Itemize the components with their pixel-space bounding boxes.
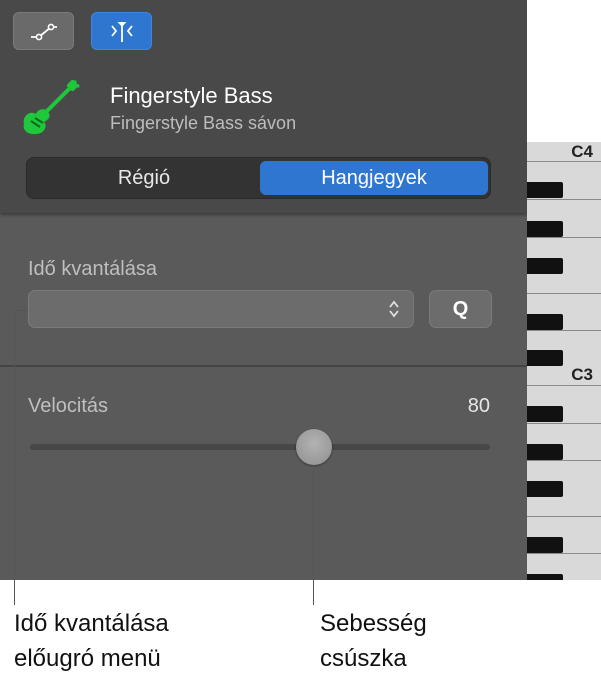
automation-curve-icon <box>30 23 57 41</box>
up-down-arrows-icon <box>389 300 399 318</box>
piano-label-c3: C3 <box>571 365 593 384</box>
automation-curve-button[interactable] <box>13 12 74 50</box>
velocity-slider-knob[interactable] <box>296 429 333 465</box>
quantize-callout-text: Idő kvantálása előugró menü <box>14 606 169 676</box>
catch-playhead-icon <box>110 22 133 42</box>
divider <box>0 365 527 367</box>
quantize-callout-tick <box>14 310 28 311</box>
white-key-edge <box>527 460 601 461</box>
black-key[interactable] <box>527 574 563 580</box>
time-quantize-popup[interactable] <box>28 290 414 328</box>
velocity-callout-line1: Sebesség <box>320 610 427 637</box>
white-key-edge <box>527 423 601 424</box>
black-key[interactable] <box>527 258 563 274</box>
quantize-button[interactable]: Q <box>429 290 492 328</box>
track-subtitle: Fingerstyle Bass sávon <box>110 113 297 133</box>
piano-roll-inspector: Fingerstyle Bass Fingerstyle Bass sávon … <box>0 0 527 580</box>
tab-hangjegyek[interactable]: Hangjegyek <box>260 161 488 195</box>
time-quantize-label: Idő kvantálása <box>28 258 157 280</box>
velocity-callout-line2: csúszka <box>320 645 407 672</box>
catch-playhead-button[interactable] <box>91 12 152 50</box>
white-key-edge <box>527 516 601 517</box>
region-notes-segmented-control: Régió Hangjegyek <box>26 157 491 199</box>
quantize-callout-line2: előugró menü <box>14 645 161 672</box>
black-key[interactable] <box>527 314 563 330</box>
velocity-value: 80 <box>467 395 490 417</box>
quantize-callout-line <box>14 310 15 605</box>
tab-regio[interactable]: Régió <box>31 161 257 195</box>
white-key-edge <box>527 199 601 200</box>
electric-bass-guitar-icon <box>18 79 80 138</box>
black-key[interactable] <box>527 481 563 497</box>
black-key[interactable] <box>527 182 563 198</box>
black-key[interactable] <box>527 350 563 366</box>
white-key-edge <box>527 330 601 331</box>
velocity-label: Velocitás <box>28 395 109 417</box>
black-key[interactable] <box>527 537 563 553</box>
white-key-edge <box>527 385 601 386</box>
velocity-slider-track[interactable] <box>30 444 490 450</box>
velocity-callout-line <box>313 465 314 605</box>
velocity-callout-text: Sebesség csúszka <box>320 606 427 676</box>
track-name: Fingerstyle Bass <box>110 83 273 108</box>
piano-keyboard[interactable]: C4 C3 <box>527 142 601 580</box>
black-key[interactable] <box>527 406 563 422</box>
white-key-edge <box>527 237 601 238</box>
black-key[interactable] <box>527 444 563 460</box>
white-key-edge <box>527 293 601 294</box>
quantize-callout-line1: Idő kvantálása <box>14 610 169 637</box>
white-key-edge <box>527 553 601 554</box>
piano-label-c4: C4 <box>571 142 593 161</box>
black-key[interactable] <box>527 221 563 237</box>
